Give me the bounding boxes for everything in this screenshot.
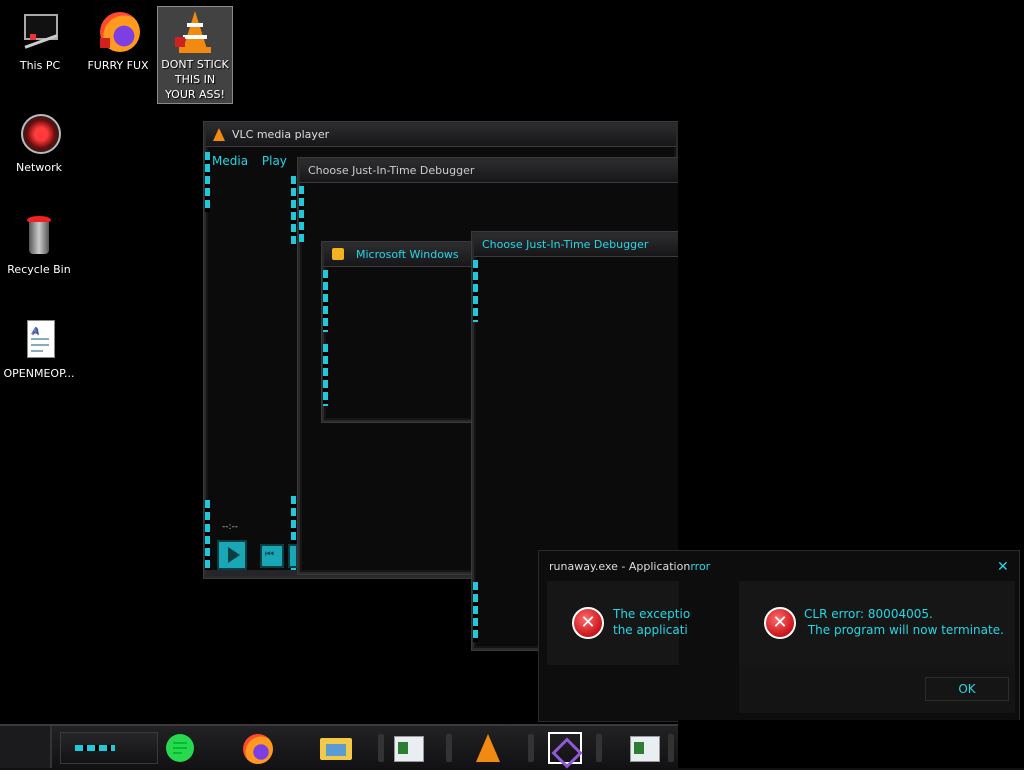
taskbar-separator — [668, 734, 674, 762]
error-text-line1: CLR error: 80004005. — [804, 607, 933, 621]
error-dialog-titlebar[interactable]: runaway.exe - Applicationrror — [539, 551, 1024, 583]
jit2-window-title: Choose Just-In-Time Debugger — [482, 238, 649, 251]
menu-media[interactable]: Media — [212, 154, 248, 168]
vlc-cone-icon — [476, 734, 500, 762]
frame-stripe — [473, 260, 478, 322]
taskbar-visual-studio[interactable] — [548, 732, 583, 769]
warning-icon — [332, 248, 344, 260]
frame-stripe — [205, 152, 210, 212]
frame-stripe — [323, 344, 328, 406]
desktop-icon-label: Recycle Bin — [7, 263, 71, 276]
taskbar-document-window[interactable] — [390, 732, 426, 764]
frame-stripe — [291, 176, 296, 246]
skip-back-icon: ⏮ — [265, 549, 274, 560]
desktop-icon-this-pc[interactable]: This PC — [2, 10, 78, 73]
frame-stripe — [323, 270, 328, 332]
vlc-titlebar[interactable]: VLC media player — [206, 124, 676, 147]
visual-studio-icon — [551, 737, 583, 769]
error-text-line2: The program will now terminate. — [804, 623, 1004, 637]
network-globe-icon — [17, 112, 61, 156]
taskbar-separator — [528, 734, 534, 762]
error-text-line2: the applicati — [613, 623, 688, 637]
desktop-icon-label: This PC — [19, 59, 61, 72]
play-icon — [228, 547, 240, 563]
desktop-icon-furry-fux[interactable]: FURRY FUX — [80, 10, 156, 73]
vlc-cone-icon — [173, 9, 217, 53]
taskbar-document-window-2[interactable] — [626, 732, 662, 764]
vlc-menubar: Media Play — [212, 154, 287, 168]
start-button[interactable] — [60, 732, 158, 764]
taskbar-file-explorer[interactable] — [318, 732, 354, 764]
taskbar-notes-app[interactable] — [162, 732, 198, 764]
taskbar-separator — [446, 734, 452, 762]
error-icon: ✕ — [572, 607, 604, 639]
frame-stripe — [299, 186, 304, 242]
desktop-icon-openmeop[interactable]: A OPENMEOP... — [1, 318, 77, 381]
mswin-titlebar[interactable]: Microsoft Windows — [324, 244, 480, 267]
desktop-icon-recycle-bin[interactable]: Recycle Bin — [1, 214, 77, 277]
document-icon: A — [17, 318, 61, 362]
microsoft-windows-dialog[interactable]: Microsoft Windows — [322, 242, 482, 422]
error-icon: ✕ — [764, 607, 796, 639]
vlc-window-title: VLC media player — [232, 128, 330, 141]
taskbar-separator — [596, 734, 602, 762]
stop-button[interactable] — [288, 544, 298, 568]
computer-icon — [18, 10, 62, 54]
firefox-icon — [243, 734, 273, 764]
vlc-cone-icon — [213, 128, 225, 141]
jit2-titlebar[interactable]: Choose Just-In-Time Debugger — [474, 234, 684, 257]
mswin-window-title: Microsoft Windows — [356, 248, 459, 261]
error-text-line1: The exceptio — [613, 607, 691, 621]
frame-stripe — [473, 582, 478, 642]
taskbar-firefox[interactable] — [240, 732, 276, 764]
menu-playback[interactable]: Play — [262, 154, 287, 168]
jit-window-title: Choose Just-In-Time Debugger — [308, 164, 475, 177]
recycle-bin-icon — [17, 214, 61, 258]
close-icon[interactable]: ✕ — [997, 559, 1009, 575]
desktop-icon-network[interactable]: Network — [1, 112, 77, 175]
error-dialog-title: runaway.exe - Application — [549, 560, 691, 573]
vlc-time-label: --:-- — [222, 522, 239, 532]
desktop-icon-label: DONT STICK THIS IN YOUR ASS! — [161, 58, 229, 101]
desktop-icon-label: OPENMEOP... — [3, 367, 75, 380]
start-stripe — [75, 745, 115, 751]
application-error-dialog[interactable]: runaway.exe - Applicationrror ✕ ✕ The ex… — [538, 550, 1020, 722]
display-black-region — [678, 720, 1024, 768]
jit-titlebar[interactable]: Choose Just-In-Time Debugger — [300, 160, 680, 183]
firefox-icon — [96, 10, 140, 54]
taskbar-separator — [378, 734, 384, 762]
taskbar-left-block — [0, 726, 52, 768]
display-black-region — [678, 0, 1024, 550]
taskbar-vlc[interactable] — [470, 732, 506, 764]
previous-button[interactable]: ⏮ — [260, 544, 284, 568]
frame-stripe — [205, 500, 210, 570]
ok-button[interactable]: OK — [925, 677, 1009, 701]
play-button[interactable] — [217, 540, 247, 570]
error-dialog-title-tail: rror — [690, 560, 711, 573]
desktop-icon-label: Network — [16, 161, 62, 174]
desktop-icon-label: FURRY FUX — [87, 59, 149, 72]
error-message-panel-right: ✕ CLR error: 80004005. The program will … — [739, 581, 1015, 713]
desktop-icon-vlc[interactable]: DONT STICK THIS IN YOUR ASS! — [157, 6, 233, 104]
error-message-panel-left: ✕ The exceptio the applicati — [547, 581, 690, 665]
